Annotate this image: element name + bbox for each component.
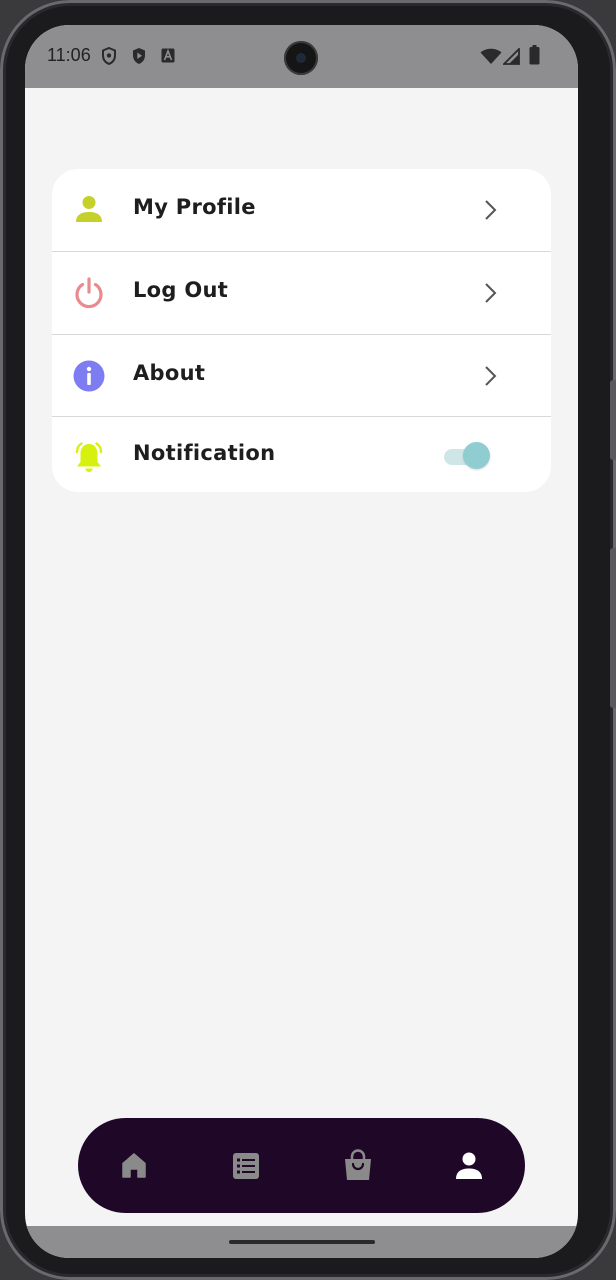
bottom-navigation-bar [78, 1118, 525, 1213]
chevron-right-icon [485, 366, 497, 386]
power-button [610, 380, 616, 460]
front-camera [284, 41, 318, 75]
status-time: 11:06 [47, 45, 91, 65]
menu-item-label: My Profile [133, 195, 256, 219]
toggle-thumb [463, 442, 490, 469]
cell-signal-icon [503, 48, 520, 65]
menu-item-label: Notification [133, 441, 276, 465]
menu-item-my-profile[interactable]: My Profile [52, 169, 551, 251]
notification-toggle[interactable] [442, 441, 490, 471]
info-icon [73, 360, 105, 392]
shield-icon [102, 47, 116, 65]
menu-item-notification: Notification [52, 416, 551, 492]
menu-item-label: About [133, 361, 206, 385]
wifi-icon [480, 48, 502, 64]
settings-menu-card: My Profile Log Out About Notification [52, 169, 551, 492]
menu-item-label: Log Out [133, 278, 229, 302]
power-icon [75, 277, 103, 309]
screen: 11:06 My Profile Log Out About Notificat… [25, 25, 578, 1258]
play-protect-icon [133, 48, 145, 64]
chevron-right-icon [485, 283, 497, 303]
bell-icon [75, 442, 103, 472]
person-icon [76, 196, 102, 222]
status-bar: 11:06 [25, 25, 578, 88]
font-a-icon [161, 48, 175, 63]
nav-home-icon[interactable] [112, 1144, 156, 1188]
volume-button [610, 548, 616, 708]
nav-shopping-bag-icon[interactable] [336, 1144, 380, 1188]
nav-list-icon[interactable] [224, 1144, 268, 1188]
menu-item-about[interactable]: About [52, 334, 551, 417]
nav-profile-icon[interactable] [447, 1144, 491, 1188]
battery-icon [529, 45, 540, 65]
phone-frame: 11:06 My Profile Log Out About Notificat… [0, 0, 616, 1280]
gesture-handle[interactable] [229, 1240, 375, 1244]
chevron-right-icon [485, 200, 497, 220]
menu-item-log-out[interactable]: Log Out [52, 251, 551, 334]
